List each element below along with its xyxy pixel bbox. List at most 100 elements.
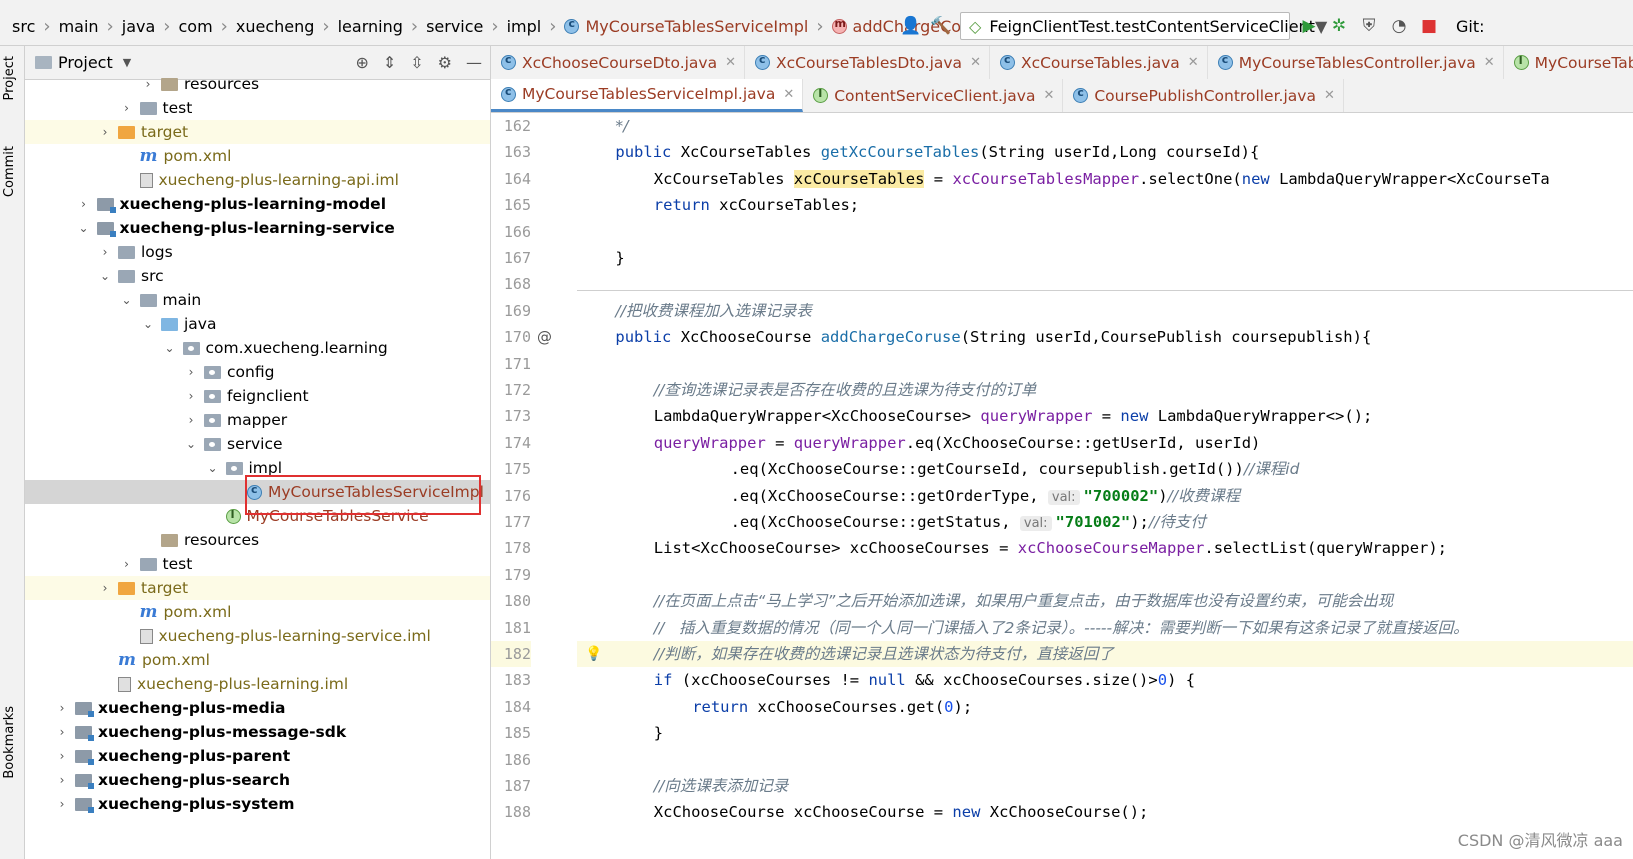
chevron-right-icon[interactable]: ›	[55, 797, 69, 811]
chevron-down-icon[interactable]: ⌄	[98, 269, 112, 283]
tree-node[interactable]: ⌄ com.xuecheng.learning	[25, 336, 490, 360]
tree-node[interactable]: m pom.xml	[25, 144, 490, 168]
breadcrumb-item[interactable]: service ›	[426, 16, 507, 37]
run-icon[interactable]: ▶	[1298, 15, 1320, 37]
chevron-down-icon[interactable]: ⌄	[163, 341, 177, 355]
editor-tab[interactable]: MyCourseTablesServiceImpl.java ✕	[491, 79, 804, 112]
chevron-right-icon[interactable]: ›	[184, 365, 198, 379]
build-hammer-icon[interactable]: 🔨	[930, 15, 952, 37]
chevron-right-icon[interactable]: ›	[98, 245, 112, 259]
code-token: =	[765, 433, 794, 452]
close-icon[interactable]: ✕	[1043, 88, 1054, 103]
chevron-down-icon[interactable]: ⌄	[184, 437, 198, 451]
chevron-down-icon[interactable]: ⌄	[77, 221, 91, 235]
close-icon[interactable]: ✕	[783, 87, 794, 102]
stop-icon[interactable]: ■	[1418, 15, 1440, 37]
project-tool-tab[interactable]: Project	[2, 56, 17, 100]
git-label[interactable]: Git:	[1456, 17, 1485, 36]
locate-icon[interactable]: ⊕	[355, 53, 368, 72]
class-icon	[564, 17, 580, 34]
chevron-right-icon[interactable]: ›	[120, 101, 134, 115]
tree-node[interactable]: › target	[25, 576, 490, 600]
editor-tab[interactable]: XcCourseTablesDto.java ✕	[745, 46, 990, 79]
override-marker-icon[interactable]: @	[537, 324, 552, 350]
chevron-right-icon[interactable]: ›	[184, 389, 198, 403]
close-icon[interactable]: ✕	[725, 55, 736, 70]
debug-icon[interactable]: ✲	[1328, 15, 1350, 37]
project-view-selector[interactable]: Project ▼	[35, 53, 131, 72]
tree-node[interactable]: › target	[25, 120, 490, 144]
tree-node[interactable]: ⌄ src	[25, 264, 490, 288]
tree-node[interactable]: m pom.xml	[25, 648, 490, 672]
breadcrumb-item[interactable]: impl ›	[507, 16, 565, 37]
tree-node-label: test	[162, 99, 193, 117]
breadcrumb-file[interactable]: MyCourseTablesServiceImpl ›	[564, 16, 831, 37]
editor-tab[interactable]: MyCourseTabl	[1504, 46, 1633, 79]
tree-node[interactable]: ⌄ xuecheng-plus-learning-service	[25, 216, 490, 240]
close-icon[interactable]: ✕	[970, 55, 981, 70]
chevron-right-icon[interactable]: ›	[184, 413, 198, 427]
chevron-right-icon[interactable]: ›	[141, 77, 155, 91]
tree-node[interactable]: › mapper	[25, 408, 490, 432]
tree-node[interactable]: › xuecheng-plus-message-sdk	[25, 720, 490, 744]
hide-panel-icon[interactable]: —	[466, 53, 482, 72]
chevron-right-icon[interactable]: ›	[55, 773, 69, 787]
tree-node[interactable]: › xuecheng-plus-parent	[25, 744, 490, 768]
breadcrumb-item[interactable]: com ›	[178, 16, 235, 37]
coverage-icon[interactable]: ⛨	[1358, 15, 1380, 37]
gear-icon[interactable]: ⚙	[438, 53, 452, 72]
tree-node[interactable]: › xuecheng-plus-learning-model	[25, 192, 490, 216]
profile-icon[interactable]: ◔	[1388, 15, 1410, 37]
tree-node[interactable]: › test	[25, 552, 490, 576]
tree-node[interactable]: › resources	[25, 72, 490, 96]
editor-tab[interactable]: XcChooseCourseDto.java ✕	[491, 46, 746, 79]
tree-node[interactable]: › xuecheng-plus-media	[25, 696, 490, 720]
breadcrumb-item[interactable]: main ›	[59, 16, 122, 37]
tree-node[interactable]: resources	[25, 528, 490, 552]
close-icon[interactable]: ✕	[1188, 55, 1199, 70]
comment-token: //查询选课记录表是否存在收费的且选课为待支付的订单	[653, 381, 1037, 399]
tree-node[interactable]: › test	[25, 96, 490, 120]
breadcrumb-item[interactable]: xuecheng ›	[236, 16, 338, 37]
chevron-right-icon[interactable]: ›	[55, 749, 69, 763]
tree-node[interactable]: ⌄ service	[25, 432, 490, 456]
tree-node[interactable]: xuecheng-plus-learning.iml	[25, 672, 490, 696]
tree-node[interactable]: › xuecheng-plus-search	[25, 768, 490, 792]
chevron-down-icon[interactable]: ⌄	[120, 293, 134, 307]
user-icon[interactable]: 👤	[900, 15, 922, 37]
chevron-down-icon[interactable]: ⌄	[206, 461, 220, 475]
run-configuration-select[interactable]: ◇ FeignClientTest.testContentServiceClie…	[960, 12, 1327, 40]
tree-node[interactable]: › xuecheng-plus-system	[25, 792, 490, 816]
editor-tab[interactable]: CoursePublishController.java ✕	[1063, 79, 1344, 112]
close-icon[interactable]: ✕	[1484, 55, 1495, 70]
tree-node[interactable]: xuecheng-plus-learning-api.iml	[25, 168, 490, 192]
breadcrumb-item[interactable]: src ›	[12, 16, 59, 37]
tree-node[interactable]: ⌄ java	[25, 312, 490, 336]
code-token: XcChooseCourse xcChooseCourse =	[653, 803, 953, 822]
editor-tab[interactable]: ContentServiceClient.java ✕	[803, 79, 1064, 112]
breadcrumb-item[interactable]: learning ›	[338, 16, 426, 37]
lightbulb-icon[interactable]: 💡	[585, 641, 602, 667]
chevron-right-icon[interactable]: ›	[120, 557, 134, 571]
chevron-right-icon[interactable]: ›	[55, 701, 69, 715]
tree-node[interactable]: m pom.xml	[25, 600, 490, 624]
tree-node[interactable]: ⌄ main	[25, 288, 490, 312]
collapse-all-icon[interactable]: ⇳	[410, 53, 423, 72]
editor-tab[interactable]: MyCourseTablesController.java ✕	[1208, 46, 1504, 79]
tree-node[interactable]: › logs	[25, 240, 490, 264]
tree-node[interactable]: › config	[25, 360, 490, 384]
tree-node[interactable]: xuecheng-plus-learning-service.iml	[25, 624, 490, 648]
commit-tool-tab[interactable]: Commit	[2, 146, 17, 197]
editor-tab[interactable]: XcCourseTables.java ✕	[990, 46, 1208, 79]
close-icon[interactable]: ✕	[1324, 88, 1335, 103]
chevron-right-icon[interactable]: ›	[98, 581, 112, 595]
chevron-right-icon[interactable]: ›	[55, 725, 69, 739]
chevron-right-icon[interactable]: ›	[77, 197, 91, 211]
bookmarks-tool-tab[interactable]: Bookmarks	[2, 706, 17, 779]
breadcrumb-item[interactable]: java ›	[122, 16, 179, 37]
code-area[interactable]: */ public XcCourseTables getXcCourseTable…	[577, 113, 1633, 859]
expand-all-icon[interactable]: ⇕	[383, 53, 396, 72]
tree-node[interactable]: › feignclient	[25, 384, 490, 408]
chevron-right-icon[interactable]: ›	[98, 125, 112, 139]
chevron-down-icon[interactable]: ⌄	[141, 317, 155, 331]
